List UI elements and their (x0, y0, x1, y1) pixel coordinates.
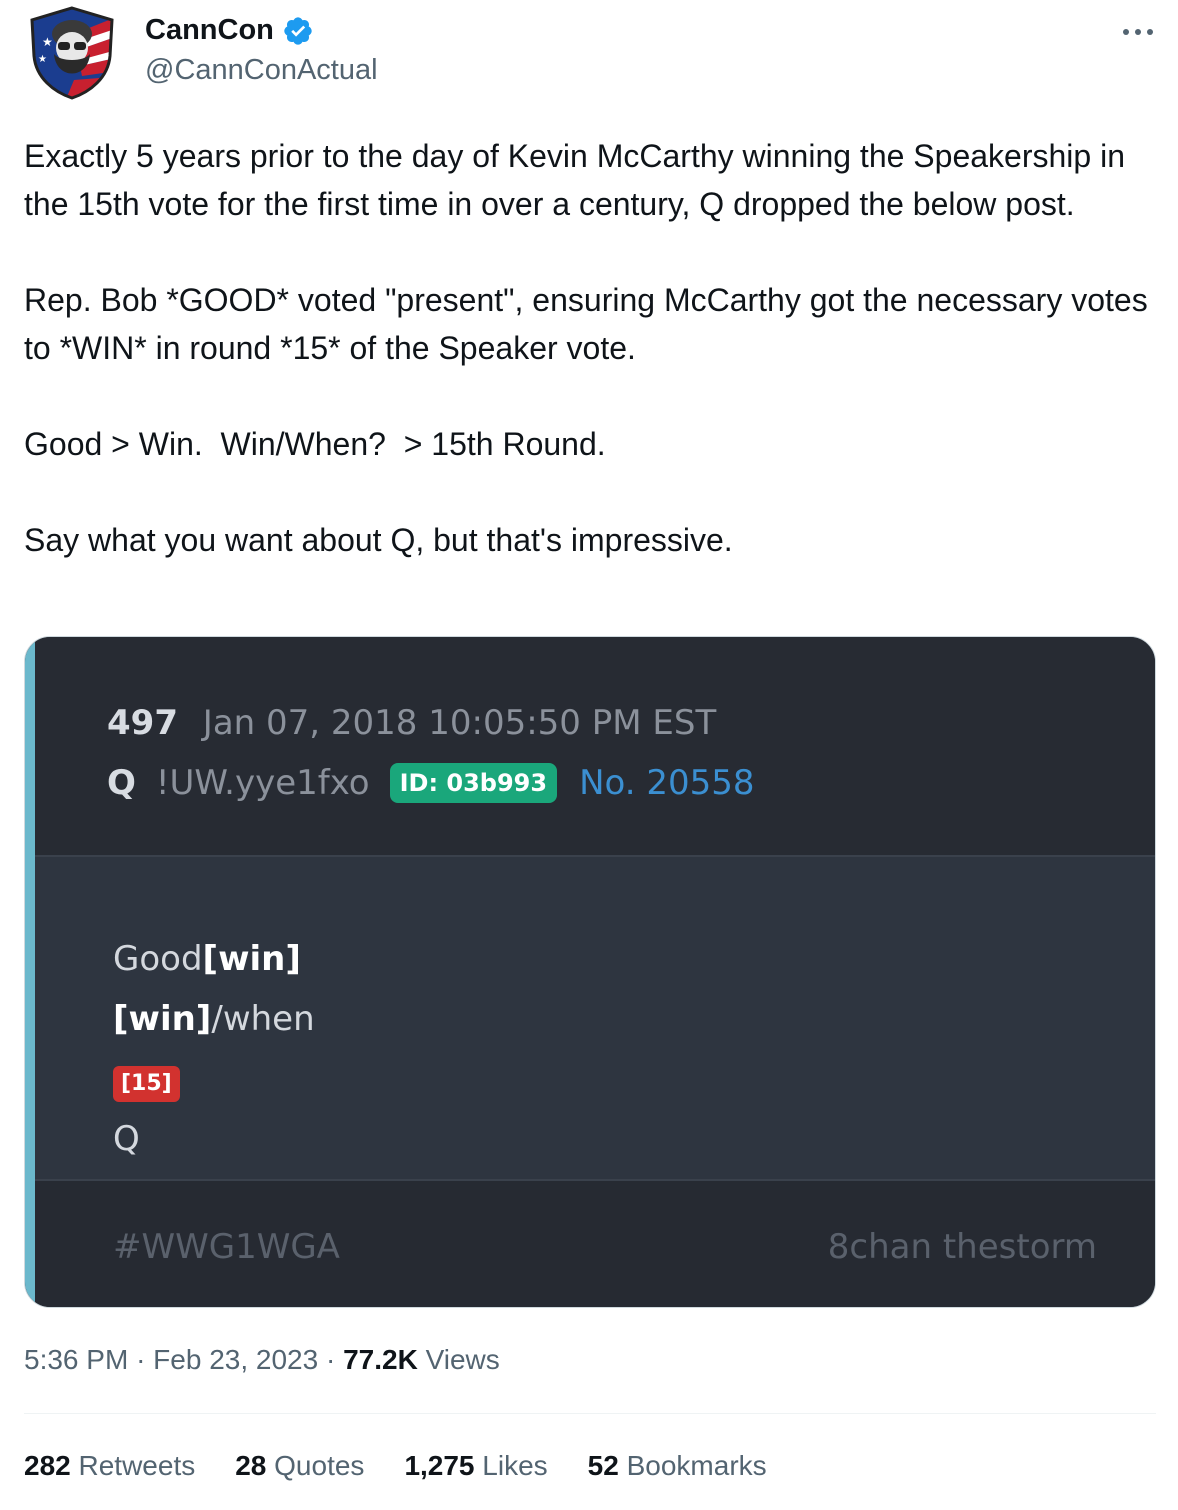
author-display-name[interactable]: CannCon (145, 14, 314, 47)
post-body-line: Good[win] (113, 929, 315, 989)
stat-label: Likes (482, 1450, 548, 1481)
tweet-time[interactable]: 5:36 PM (24, 1344, 128, 1375)
svg-text:★: ★ (38, 54, 47, 65)
stat-quotes[interactable]: 28 Quotes (235, 1450, 364, 1482)
tweet-text: Exactly 5 years prior to the day of Kevi… (24, 132, 1154, 564)
views-count: 77.2K (343, 1344, 418, 1375)
post-body: Good[win] [win]/when [15] Q (35, 857, 1155, 1181)
stat-retweets[interactable]: 282 Retweets (24, 1450, 195, 1482)
avatar-icon: ★ ★ (30, 6, 114, 100)
separator: · (325, 1344, 336, 1375)
separator: · (136, 1344, 146, 1375)
stat-label: Bookmarks (626, 1450, 767, 1481)
stat-count: 282 (24, 1450, 71, 1481)
accent-bar (25, 637, 35, 1307)
post-source: 8chan thestorm (827, 1227, 1097, 1267)
dot (1135, 29, 1141, 35)
plain-text: /when (211, 999, 315, 1039)
post-body-line: Q (113, 1119, 140, 1159)
post-body-text: Good[win] [win]/when [15] Q (113, 929, 315, 1169)
stat-bookmarks[interactable]: 52 Bookmarks (588, 1450, 767, 1482)
post-author-line: Q !UW.yye1fxo ID: 03b993 No. 20558 (107, 763, 755, 803)
post-number-link: No. 20558 (579, 763, 755, 803)
post-id-badge: ID: 03b993 (389, 763, 558, 803)
stat-count: 28 (235, 1450, 267, 1481)
post-author-name: Q (107, 763, 136, 803)
tweet-media-image[interactable]: 497 Jan 07, 2018 10:05:50 PM EST Q !UW.y… (24, 636, 1156, 1308)
stat-count: 1,275 (404, 1450, 475, 1481)
svg-text:★: ★ (42, 35, 53, 49)
post-footer: #WWG1WGA 8chan thestorm (35, 1181, 1155, 1307)
tweet-paragraph: Exactly 5 years prior to the day of Kevi… (24, 138, 1134, 222)
red-badge: [15] (113, 1066, 180, 1102)
tweet-date[interactable]: Feb 23, 2023 (153, 1344, 318, 1375)
stat-count: 52 (587, 1450, 619, 1481)
post-body-line: [15] (113, 1049, 315, 1109)
dot (1147, 29, 1153, 35)
tweet-paragraph: Rep. Bob *GOOD* voted "present", ensurin… (24, 282, 1157, 366)
views-label: Views (425, 1344, 500, 1375)
dot (1123, 29, 1129, 35)
engagement-stats: 282 Retweets 28 Quotes 1,275 Likes 52 Bo… (24, 1450, 767, 1482)
post-body-line: [win]/when (113, 989, 315, 1049)
tweet-paragraph: Say what you want about Q, but that's im… (24, 522, 733, 558)
tweet-meta: 5:36 PM · Feb 23, 2023 · 77.2K Views (24, 1344, 500, 1376)
plain-text: Good (113, 939, 203, 979)
author-handle[interactable]: @CannConActual (145, 54, 378, 87)
stat-label: Quotes (274, 1450, 365, 1481)
display-name-text: CannCon (145, 14, 274, 46)
post-number: 497 (107, 703, 178, 743)
bold-text: [win] (202, 939, 301, 979)
verified-badge-icon[interactable] (282, 15, 314, 47)
avatar[interactable]: ★ ★ (24, 4, 120, 100)
more-options-icon[interactable] (1118, 22, 1158, 42)
stat-likes[interactable]: 1,275 Likes (404, 1450, 547, 1482)
post-header: 497 Jan 07, 2018 10:05:50 PM EST Q !UW.y… (35, 637, 1155, 857)
post-hashtag: #WWG1WGA (113, 1227, 340, 1267)
tweet-paragraph: Good > Win. Win/When? > 15th Round. (24, 426, 606, 462)
bold-text: [win] (113, 999, 212, 1039)
divider (24, 1413, 1156, 1414)
stat-label: Retweets (78, 1450, 196, 1481)
post-tripcode: !UW.yye1fxo (155, 763, 370, 803)
post-meta-line: 497 Jan 07, 2018 10:05:50 PM EST (107, 703, 716, 743)
post-date: Jan 07, 2018 10:05:50 PM EST (202, 703, 717, 743)
